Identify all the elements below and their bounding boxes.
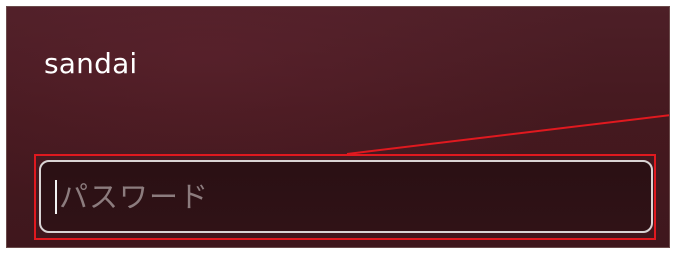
text-caret <box>55 179 57 214</box>
login-panel: sandai パスワード <box>6 6 670 248</box>
password-input[interactable]: パスワード <box>39 160 653 233</box>
password-placeholder: パスワード <box>59 179 210 214</box>
user-name-label: sandai <box>44 47 138 80</box>
